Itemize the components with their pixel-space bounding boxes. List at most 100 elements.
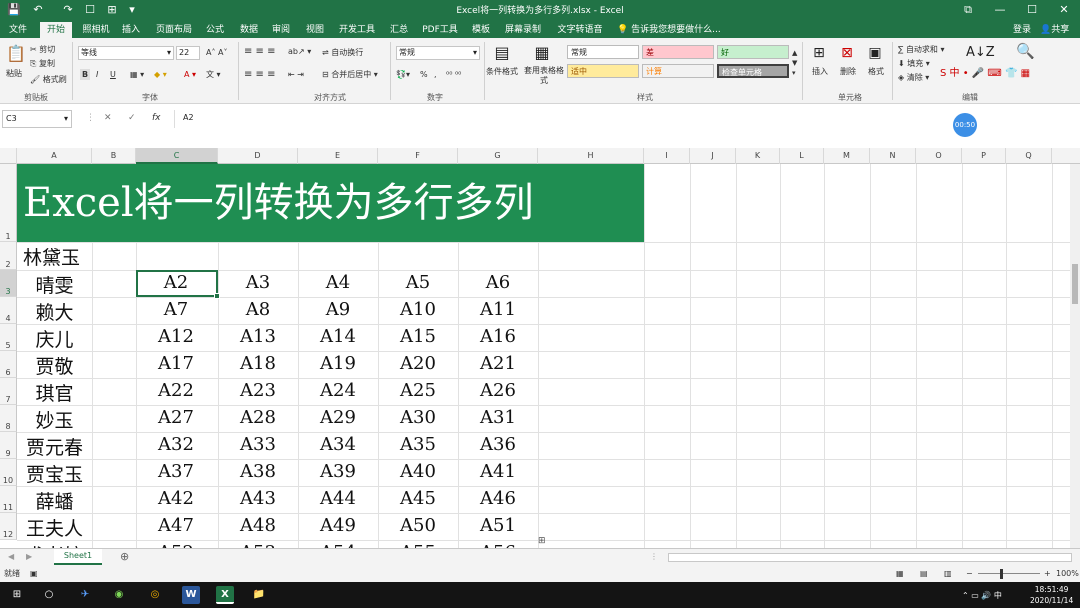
value-cell[interactable]: A41 bbox=[458, 461, 538, 482]
value-cell[interactable]: A35 bbox=[378, 434, 458, 455]
value-cell[interactable]: A31 bbox=[458, 407, 538, 428]
name-cell[interactable]: 庆儿 bbox=[17, 325, 92, 352]
font-name-select[interactable]: 等线 ▾ bbox=[78, 46, 174, 60]
value-cell[interactable]: A17 bbox=[136, 353, 216, 374]
value-cell[interactable]: A19 bbox=[298, 353, 378, 374]
styles-scroll-icon[interactable]: ▲ ▼ ▾ bbox=[792, 48, 797, 78]
paste-icon[interactable]: 📋 bbox=[6, 44, 26, 64]
value-cell[interactable]: A24 bbox=[298, 380, 378, 401]
value-cell[interactable]: A12 bbox=[136, 326, 216, 347]
decimal-icon[interactable]: ⁰⁰ ⁰⁰ bbox=[446, 69, 461, 80]
formula-input[interactable]: A2 bbox=[174, 110, 1074, 128]
zoom-slider[interactable] bbox=[978, 573, 1040, 574]
orientation-icon[interactable]: ab↗ ▾ bbox=[288, 46, 311, 57]
value-cell[interactable]: A4 bbox=[298, 272, 378, 293]
tab-formulas[interactable]: 公式 bbox=[200, 22, 230, 38]
value-cell[interactable]: A50 bbox=[378, 515, 458, 536]
fill-button[interactable]: ⬇ 填充 ▾ bbox=[898, 58, 930, 69]
conditional-format-icon[interactable]: ▤ bbox=[492, 44, 512, 62]
number-format-select[interactable]: 常规 ▾ bbox=[396, 46, 480, 60]
tab-home[interactable]: 开始 bbox=[40, 22, 72, 38]
name-cell[interactable]: 妙玉 bbox=[17, 406, 92, 433]
column-header[interactable]: N bbox=[870, 148, 916, 164]
name-cell[interactable]: 林黛玉 bbox=[17, 243, 92, 270]
row-header[interactable]: 10 bbox=[0, 459, 17, 486]
add-sheet-button[interactable]: ⊕ bbox=[120, 551, 129, 562]
value-cell[interactable]: A51 bbox=[458, 515, 538, 536]
autosum-button[interactable]: ∑ 自动求和 ▾ bbox=[898, 44, 945, 55]
value-cell[interactable]: A39 bbox=[298, 461, 378, 482]
tab-developer[interactable]: 开发工具 bbox=[334, 22, 380, 38]
clear-button[interactable]: ◈ 清除 ▾ bbox=[898, 72, 929, 83]
format-cells-icon[interactable]: ▣ bbox=[866, 44, 884, 62]
style-check-cell[interactable]: 检查单元格 bbox=[717, 64, 789, 78]
value-cell[interactable]: A48 bbox=[218, 515, 298, 536]
search-icon[interactable]: ○ bbox=[40, 586, 58, 604]
row-header[interactable]: 4 bbox=[0, 297, 17, 324]
value-cell[interactable]: A21 bbox=[458, 353, 538, 374]
row-header[interactable]: 6 bbox=[0, 351, 17, 378]
login-link[interactable]: 登录 bbox=[1013, 22, 1031, 38]
format-as-table-icon[interactable]: ▦ bbox=[532, 44, 552, 62]
value-cell[interactable]: A23 bbox=[218, 380, 298, 401]
value-cell[interactable]: A27 bbox=[136, 407, 216, 428]
font-size-select[interactable]: 22 bbox=[176, 46, 200, 60]
column-header[interactable]: K bbox=[736, 148, 780, 164]
tab-templates[interactable]: 模板 bbox=[468, 22, 494, 38]
normal-view-icon[interactable]: ▦ bbox=[896, 566, 904, 582]
tab-page-layout[interactable]: 页面布局 bbox=[152, 22, 196, 38]
tab-summary[interactable]: 汇总 bbox=[386, 22, 412, 38]
value-cell[interactable]: A38 bbox=[218, 461, 298, 482]
delete-cells-icon[interactable]: ⊠ bbox=[838, 44, 856, 62]
value-cell[interactable]: A20 bbox=[378, 353, 458, 374]
style-neutral[interactable]: 适中 bbox=[567, 64, 639, 78]
border-icon[interactable]: ▦ ▾ bbox=[130, 69, 144, 80]
tab-file[interactable]: 文件 bbox=[4, 22, 32, 38]
column-header[interactable]: F bbox=[378, 148, 458, 164]
word-icon[interactable]: W bbox=[182, 586, 200, 604]
column-header[interactable]: D bbox=[218, 148, 298, 164]
tab-insert[interactable]: 插入 bbox=[118, 22, 144, 38]
value-cell[interactable]: A9 bbox=[298, 299, 378, 320]
column-header[interactable]: E bbox=[298, 148, 378, 164]
wrap-text-button[interactable]: ⇌ 自动换行 bbox=[322, 47, 363, 58]
tab-pdf-tools[interactable]: PDF工具 bbox=[418, 22, 462, 38]
value-cell[interactable]: A16 bbox=[458, 326, 538, 347]
bold-button[interactable]: B bbox=[80, 69, 91, 80]
enter-icon[interactable]: ✓ bbox=[128, 113, 136, 123]
value-cell[interactable]: A7 bbox=[136, 299, 216, 320]
zoom-in-button[interactable]: + bbox=[1044, 566, 1051, 582]
scroll-thumb[interactable] bbox=[1072, 264, 1078, 304]
value-cell[interactable]: A36 bbox=[458, 434, 538, 455]
file-explorer-icon[interactable]: 📁 bbox=[250, 586, 268, 604]
column-header[interactable]: L bbox=[780, 148, 824, 164]
value-cell[interactable]: A34 bbox=[298, 434, 378, 455]
name-cell[interactable]: 贾宝玉 bbox=[17, 460, 92, 487]
style-bad[interactable]: 差 bbox=[642, 45, 714, 59]
row-header[interactable]: 3 bbox=[0, 270, 17, 297]
share-button[interactable]: 👤共享 bbox=[1040, 22, 1069, 38]
name-cell[interactable]: 薛蟠 bbox=[17, 487, 92, 514]
value-cell[interactable]: A46 bbox=[458, 488, 538, 509]
row-header[interactable]: 11 bbox=[0, 486, 17, 513]
row-header[interactable]: 8 bbox=[0, 405, 17, 432]
minimize-button[interactable]: — bbox=[990, 2, 1010, 18]
column-header[interactable]: J bbox=[690, 148, 736, 164]
title-banner[interactable]: Excel将一列转换为多行多列 bbox=[17, 164, 644, 242]
insert-cells-button[interactable]: 插入 bbox=[812, 66, 828, 77]
chrome-icon[interactable]: ◎ bbox=[146, 586, 164, 604]
tab-data[interactable]: 数据 bbox=[236, 22, 262, 38]
sogou-toolbar-icon[interactable]: S 中 • 🎤 ⌨ 👕 ▦ bbox=[940, 68, 1030, 79]
top-align-icon[interactable]: ≡ ≡ ≡ bbox=[244, 46, 276, 57]
formula-options-icon[interactable]: ⋮ bbox=[86, 113, 95, 123]
system-tray-icons[interactable]: ⌃ ▭ 🔊 中 bbox=[962, 590, 1002, 601]
zoom-slider-thumb[interactable] bbox=[1000, 569, 1003, 579]
value-cell[interactable]: A43 bbox=[218, 488, 298, 509]
conditional-format-button[interactable]: 条件格式 bbox=[486, 66, 518, 77]
sort-filter-icon[interactable]: A↓Z bbox=[966, 44, 995, 62]
value-cell[interactable]: A42 bbox=[136, 488, 216, 509]
windows-start-icon[interactable]: ⊞ bbox=[8, 586, 26, 604]
row-header[interactable]: 1 bbox=[0, 164, 17, 242]
sheet-tab[interactable]: Sheet1 bbox=[54, 549, 102, 565]
sheet-nav-left-icon[interactable]: ◀ bbox=[8, 551, 14, 562]
